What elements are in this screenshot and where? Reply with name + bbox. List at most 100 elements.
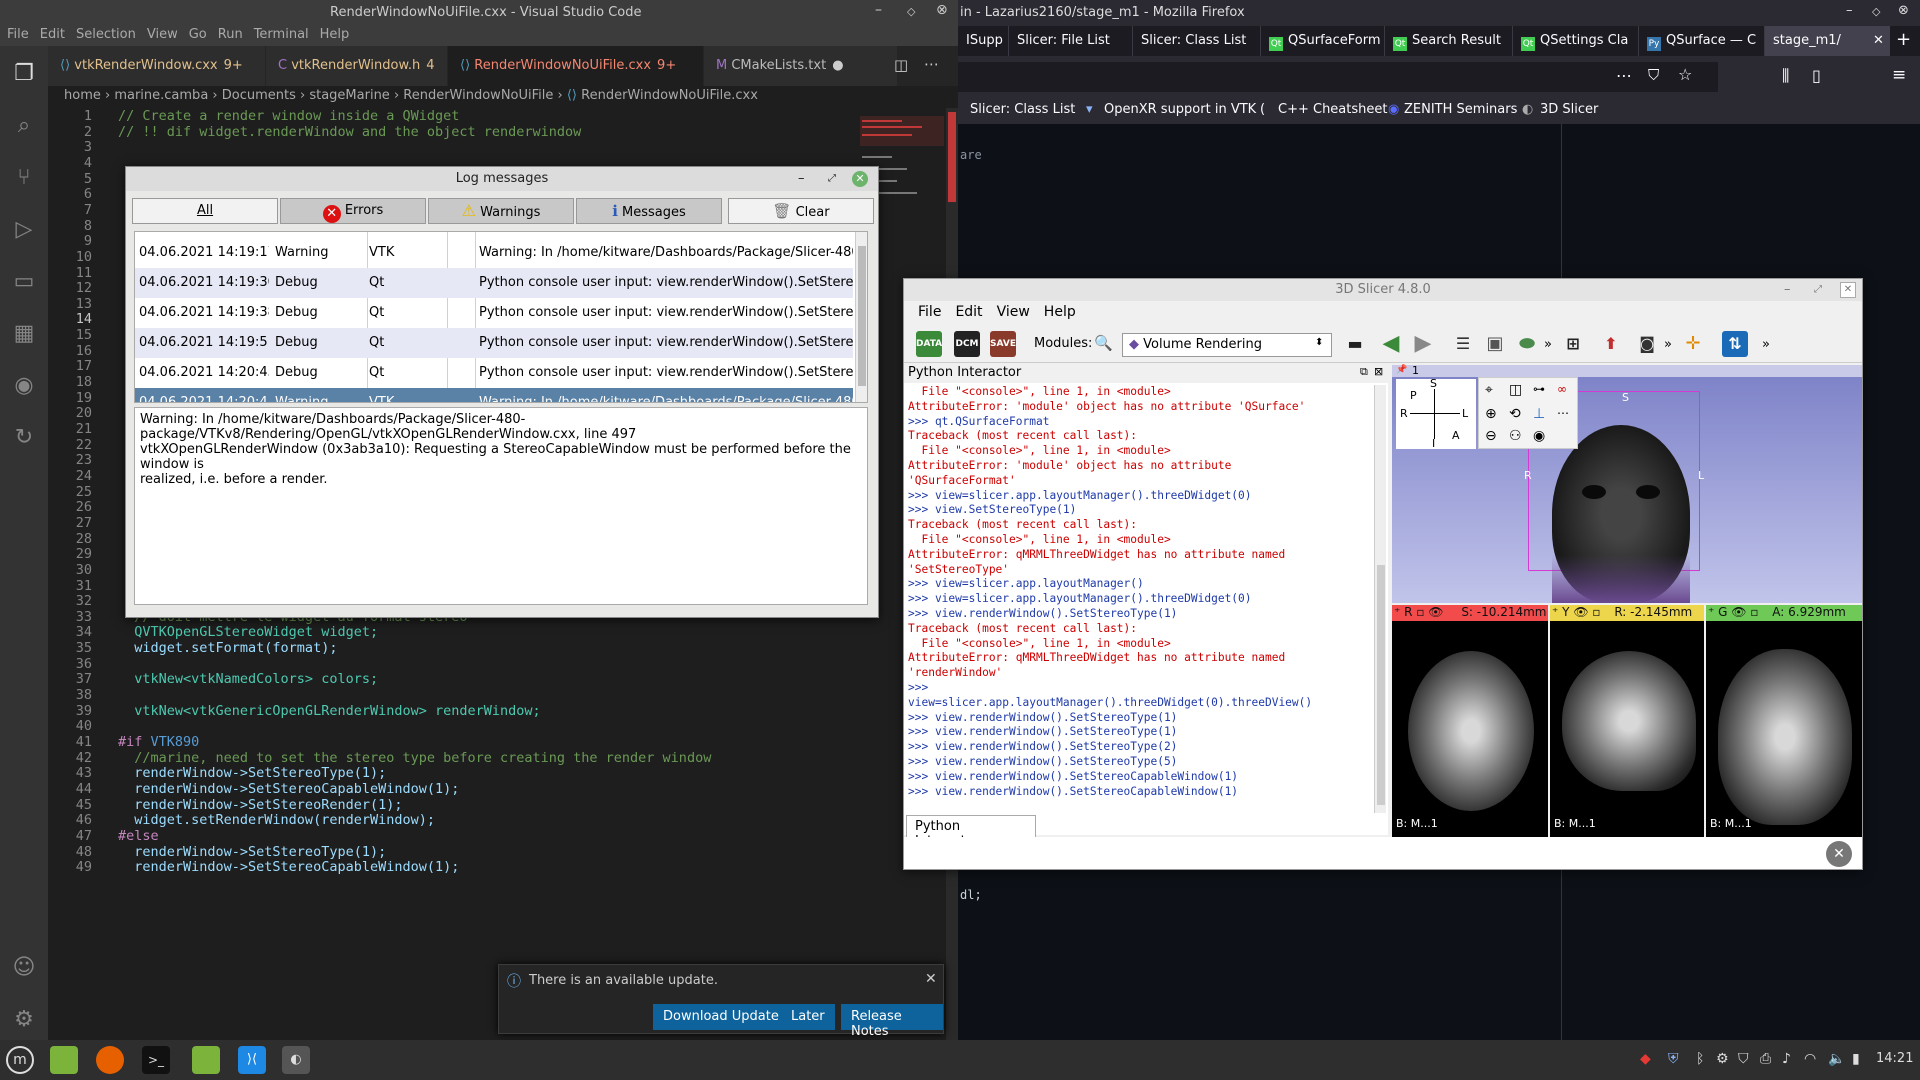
coronal-slice-view[interactable]: B: M...1 (1706, 621, 1862, 837)
filter-warnings-button[interactable]: ⚠ Warnings (428, 198, 574, 224)
download-update-button[interactable]: Download Update (653, 1004, 789, 1030)
extension-manager-icon[interactable]: ⇅ (1722, 331, 1748, 357)
3d-view[interactable]: 📌 1 S R L S P R L A I ⌖ ◫ ⊶ ∞ ⊕ ⟲ ⊥ ⋯ ⊖ … (1392, 364, 1862, 603)
notification-close-icon[interactable]: ✕ (925, 971, 937, 987)
slice-bar-green[interactable]: ⁺ G 👁 ▫ A: 6.929mm (1706, 605, 1862, 621)
settings-gear-icon[interactable]: ⚙ (10, 1006, 38, 1034)
tab-isupp[interactable]: ISupp (958, 26, 1008, 56)
menu-hamburger-icon[interactable]: ≡ (1892, 65, 1906, 85)
python-console-scrollbar[interactable] (1374, 385, 1386, 813)
tab-qsettings[interactable]: Qt QSettings Cla (1512, 26, 1638, 56)
tab-qsurface[interactable]: Py QSurface — C (1638, 26, 1764, 56)
module-history-icon[interactable]: ▬ (1342, 331, 1368, 357)
tab-slicer-file-list[interactable]: Slicer: File List (1008, 26, 1132, 56)
minimize-icon[interactable]: – (798, 167, 805, 191)
later-button[interactable]: Later (781, 1004, 835, 1030)
extensions-icon[interactable]: ▦ (10, 320, 38, 348)
slice-bar-yellow[interactable]: ⁺ Y 👁 ▫ R: -2.145mm (1550, 605, 1704, 621)
clock[interactable]: 14:21 (1876, 1051, 1913, 1066)
filter-errors-button[interactable]: ✕ Errors (280, 198, 426, 224)
folder-icon[interactable] (192, 1046, 220, 1074)
slicer-app-icon[interactable]: ◐ (282, 1046, 310, 1074)
maximize-icon[interactable]: ⤢ (828, 167, 836, 191)
crumb-documents[interactable]: Documents (222, 88, 296, 103)
data-module-icon[interactable]: ☰ (1450, 331, 1476, 357)
close-tab-icon[interactable]: ✕ (1873, 33, 1884, 48)
menu-edit[interactable]: Edit (40, 27, 65, 42)
account-icon[interactable]: ☺ (10, 954, 38, 982)
orthographic-icon[interactable]: ◫ (1509, 382, 1522, 398)
ruler-icon[interactable]: ⊶ (1533, 382, 1545, 396)
anydesk-icon[interactable]: ◆ (1640, 1051, 1651, 1067)
slicer-menu-edit[interactable]: Edit (955, 304, 982, 320)
tab-vtkrenderwindow-cxx[interactable]: ⟨⟩ vtkRenderWindow.cxx 9+ (48, 46, 266, 86)
log-row[interactable]: 04.06.2021 14:19:38 Debug Qt Python console… (135, 298, 853, 328)
filter-messages-button[interactable]: ℹ Messages (576, 198, 722, 224)
sidebar-icon[interactable]: ▯ (1812, 66, 1821, 85)
axial-slice-view[interactable]: B: M...1 (1392, 621, 1548, 837)
update-shield-icon[interactable]: ⛉ (1738, 1051, 1749, 1067)
library-icon[interactable]: ⫼ (1782, 66, 1789, 86)
minimize-icon[interactable]: – (875, 2, 882, 18)
crumb-user[interactable]: marine.camba (114, 88, 208, 103)
run-debug-icon[interactable]: ▷ (10, 216, 38, 244)
menu-help[interactable]: Help (320, 27, 350, 42)
crumb-home[interactable]: home (64, 88, 101, 103)
more-options-icon[interactable]: ⋯ (1557, 406, 1569, 420)
minimize-icon[interactable]: – (1784, 279, 1791, 301)
zoom-in-icon[interactable]: ⊕ (1485, 406, 1497, 422)
explorer-icon[interactable]: ❐ (10, 60, 38, 88)
minimize-icon[interactable]: – (1846, 3, 1853, 18)
url-bar[interactable]: ⋯ ⛉ ☆ (958, 62, 1718, 92)
module-selector[interactable]: ◆ Volume Rendering ⬍ (1122, 333, 1332, 357)
back-arrow-icon[interactable]: ◀ (1378, 331, 1404, 357)
log-row[interactable]: 04.06.2021 14:19:51 Debug Qt Python console… (135, 328, 853, 358)
slicer-menu-view[interactable]: View (997, 304, 1030, 320)
github-icon[interactable]: ◉ (10, 372, 38, 400)
wifi-icon[interactable]: ◠ (1804, 1051, 1816, 1067)
tab-cmakelists[interactable]: M CMakeLists.txt ● (704, 46, 898, 86)
printer-icon[interactable]: ⎙ (1760, 1051, 1771, 1067)
bookmark-star-icon[interactable]: ☆ (1678, 65, 1692, 84)
tab-qsurfaceformat[interactable]: Qt QSurfaceForm (1260, 26, 1384, 56)
files-icon[interactable] (50, 1046, 78, 1074)
module-search-icon[interactable]: 🔍 (1094, 334, 1113, 352)
close-icon[interactable]: ✕ (852, 171, 868, 187)
spin-icon[interactable]: ⟲ (1509, 406, 1521, 422)
maximize-icon[interactable]: ◇ (1872, 5, 1880, 18)
live-share-icon[interactable]: ↻ (10, 424, 38, 452)
float-panel-icon[interactable]: ⧉ (1360, 365, 1368, 379)
battery-icon[interactable]: ▮ (1852, 1051, 1860, 1067)
network-manager-icon[interactable]: ⚙ (1716, 1051, 1729, 1067)
new-tab-icon[interactable]: + (1896, 29, 1911, 50)
screenshot-icon[interactable]: ◙ (1634, 331, 1660, 357)
toolbar-overflow-icon[interactable]: » (1664, 337, 1672, 352)
models-module-icon[interactable]: ⬬ (1514, 331, 1540, 357)
search-icon[interactable]: ⌕ (10, 112, 38, 140)
mouse-mode-icon[interactable]: ⬆ (1598, 331, 1624, 357)
slicer-menu-help[interactable]: Help (1044, 304, 1076, 320)
maximize-icon[interactable]: ⤢ (1814, 279, 1822, 301)
log-row[interactable]: 04.06.2021 14:20:45 Warning VTK Warning: In… (135, 388, 853, 402)
firefox-icon[interactable] (96, 1046, 124, 1074)
vscode-icon[interactable]: ⟩⟨ (238, 1046, 266, 1074)
slice-bar-red[interactable]: ⁺ R ▫ 👁 S: -10.214mm (1392, 605, 1548, 621)
pocket-icon[interactable]: ⛉ (1648, 66, 1659, 84)
maximize-icon[interactable]: ◇ (907, 5, 915, 18)
crumb-stagemarine[interactable]: stageMarine (309, 88, 389, 103)
mint-menu-icon[interactable]: m (6, 1046, 34, 1074)
menu-run[interactable]: Run (218, 27, 243, 42)
sagittal-slice-view[interactable]: B: M...1 (1550, 621, 1704, 837)
tab-slicer-class-list[interactable]: Slicer: Class List (1132, 26, 1260, 56)
menu-view[interactable]: View (147, 27, 178, 42)
bookmark-cpp-cheatsheet[interactable]: C++ Cheatsheet (1278, 102, 1387, 117)
center-view-icon[interactable]: ⌖ (1485, 382, 1493, 398)
tab-renderwindownouifile-cxx[interactable]: ⟨⟩ RenderWindowNoUiFile.cxx 9+ (448, 46, 704, 86)
menu-go[interactable]: Go (189, 27, 207, 42)
forward-arrow-icon[interactable]: ▶ (1410, 331, 1436, 357)
error-log-icon[interactable]: ✕ (1826, 841, 1852, 867)
bookmark-3d-slicer[interactable]: 3D Slicer (1540, 102, 1598, 117)
source-control-icon[interactable]: ⑂ (10, 164, 38, 192)
layout-icon[interactable]: ⊞ (1560, 331, 1586, 357)
slicer-menu-file[interactable]: File (918, 304, 941, 320)
